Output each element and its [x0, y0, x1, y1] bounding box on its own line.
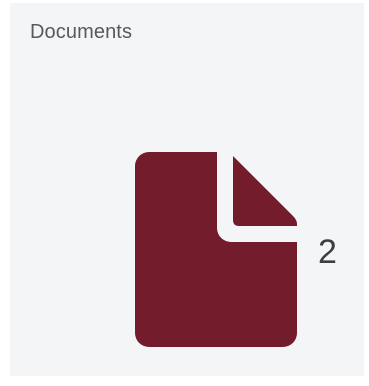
tile-title: Documents — [30, 21, 133, 43]
document-count: 2 — [318, 233, 337, 271]
documents-tile[interactable]: Documents 2 — [10, 3, 364, 376]
document-icon — [135, 152, 297, 347]
